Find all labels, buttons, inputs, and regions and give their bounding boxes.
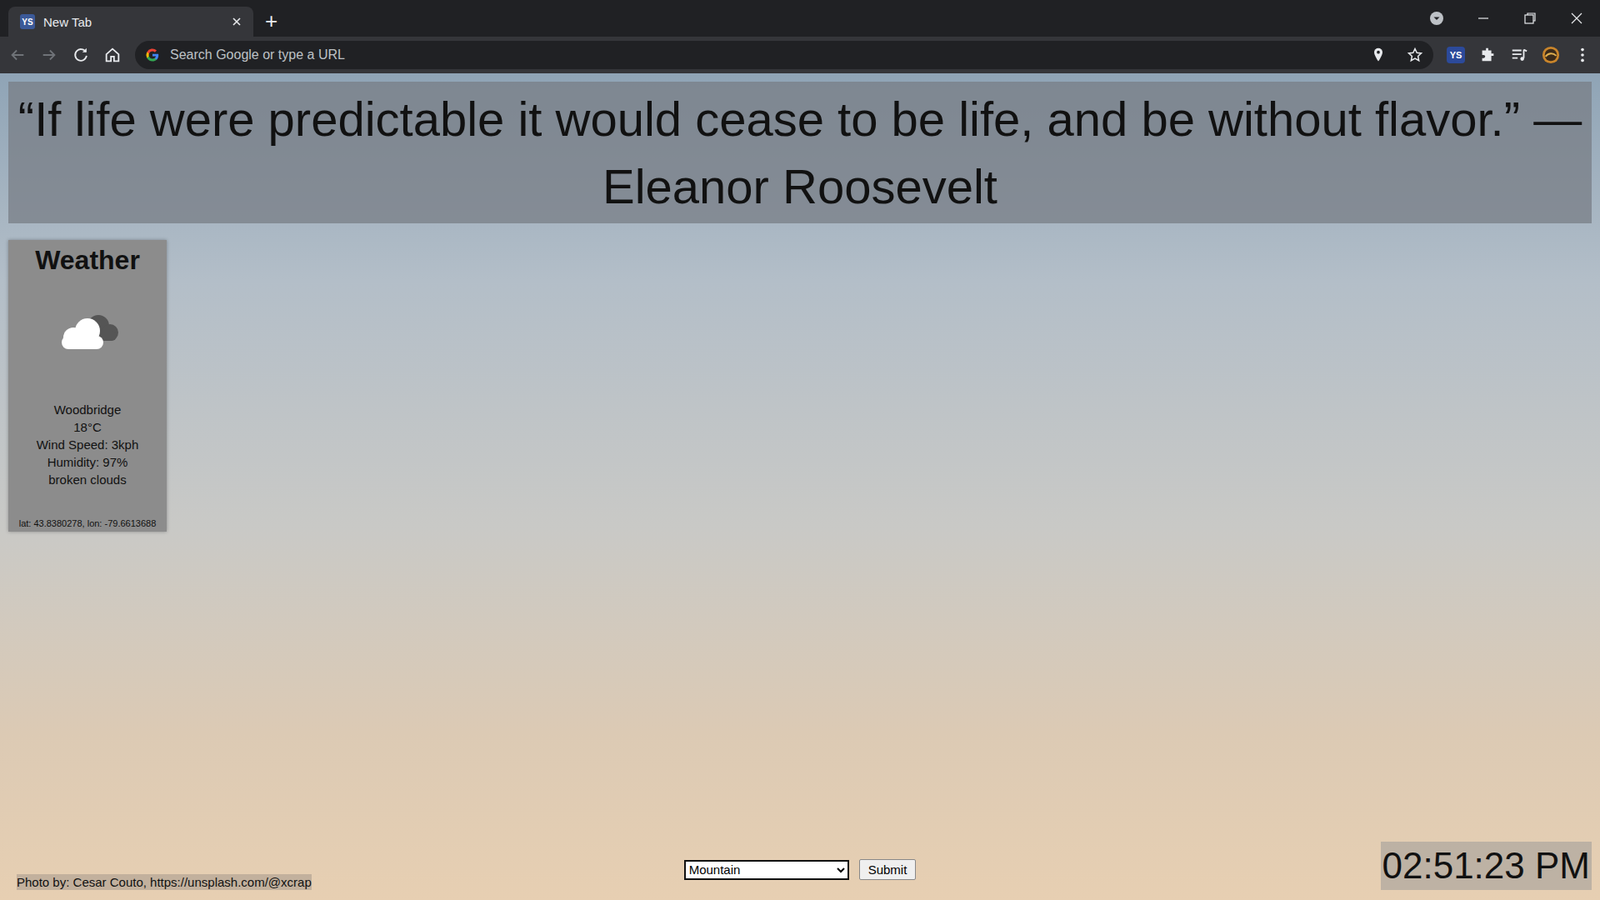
home-icon[interactable] (103, 45, 122, 65)
submit-button[interactable]: Submit (859, 859, 917, 880)
toolbar: YS (0, 36, 1600, 74)
weather-description: broken clouds (36, 470, 140, 489)
extensions-puzzle-icon[interactable] (1478, 45, 1497, 65)
ys-extension-icon[interactable]: YS (1446, 46, 1465, 64)
new-tab-page: “If life were predictable it would cease… (0, 73, 1600, 900)
clock: 02:51:23 PM (1380, 841, 1593, 890)
ys-favicon-icon: YS (20, 14, 35, 30)
quote-banner: “If life were predictable it would cease… (8, 81, 1592, 224)
broken-clouds-icon (50, 307, 125, 358)
address-bar[interactable] (135, 40, 1434, 70)
browser-tab[interactable]: YS New Tab (8, 6, 254, 37)
tab-strip: YS New Tab + (0, 0, 1600, 37)
google-icon (145, 47, 160, 63)
minimize-icon[interactable] (1460, 10, 1507, 27)
bookmark-star-icon[interactable] (1406, 46, 1424, 64)
weather-wind: Wind Speed: 3kph (36, 435, 140, 454)
new-tab-button[interactable]: + (253, 10, 290, 32)
weather-details: Woodbridge 18°C Wind Speed: 3kph Humidit… (36, 400, 140, 489)
address-input[interactable] (168, 46, 1350, 64)
close-window-icon[interactable] (1553, 10, 1600, 27)
weather-humidity: Humidity: 97% (36, 453, 140, 471)
profile-avatar-icon[interactable] (1541, 45, 1560, 65)
tab-label: New Tab (43, 15, 224, 30)
restore-icon[interactable] (1506, 10, 1554, 27)
bottom-bar: Photo by: Cesar Couto, https://unsplash.… (8, 841, 1592, 890)
weather-title: Weather (35, 245, 140, 276)
location-pin-icon[interactable] (1370, 46, 1387, 64)
back-icon[interactable] (8, 45, 27, 65)
forward-icon[interactable] (40, 45, 59, 65)
weather-city: Woodbridge (36, 400, 140, 419)
media-control-icon[interactable] (1510, 45, 1529, 65)
photo-credit[interactable]: Photo by: Cesar Couto, https://unsplash.… (16, 874, 312, 890)
quote-text: “If life were predictable it would cease… (16, 85, 1584, 220)
close-tab-icon[interactable] (231, 16, 242, 27)
theme-picker: Mountain Submit (684, 859, 917, 890)
theme-select[interactable]: Mountain (684, 860, 850, 880)
weather-temperature: 18°C (36, 418, 140, 436)
reload-icon[interactable] (71, 45, 90, 65)
weather-coordinates: lat: 43.8380278, lon: -79.6613688 (19, 518, 157, 529)
weather-card: Weather Woodbridge 18°C Wind Speed: 3kph… (8, 240, 167, 532)
tab-search-icon[interactable] (1413, 10, 1460, 27)
menu-kebab-icon[interactable] (1573, 45, 1592, 65)
browser-window: YS New Tab + YS “If life were predictabl… (0, 0, 1600, 900)
